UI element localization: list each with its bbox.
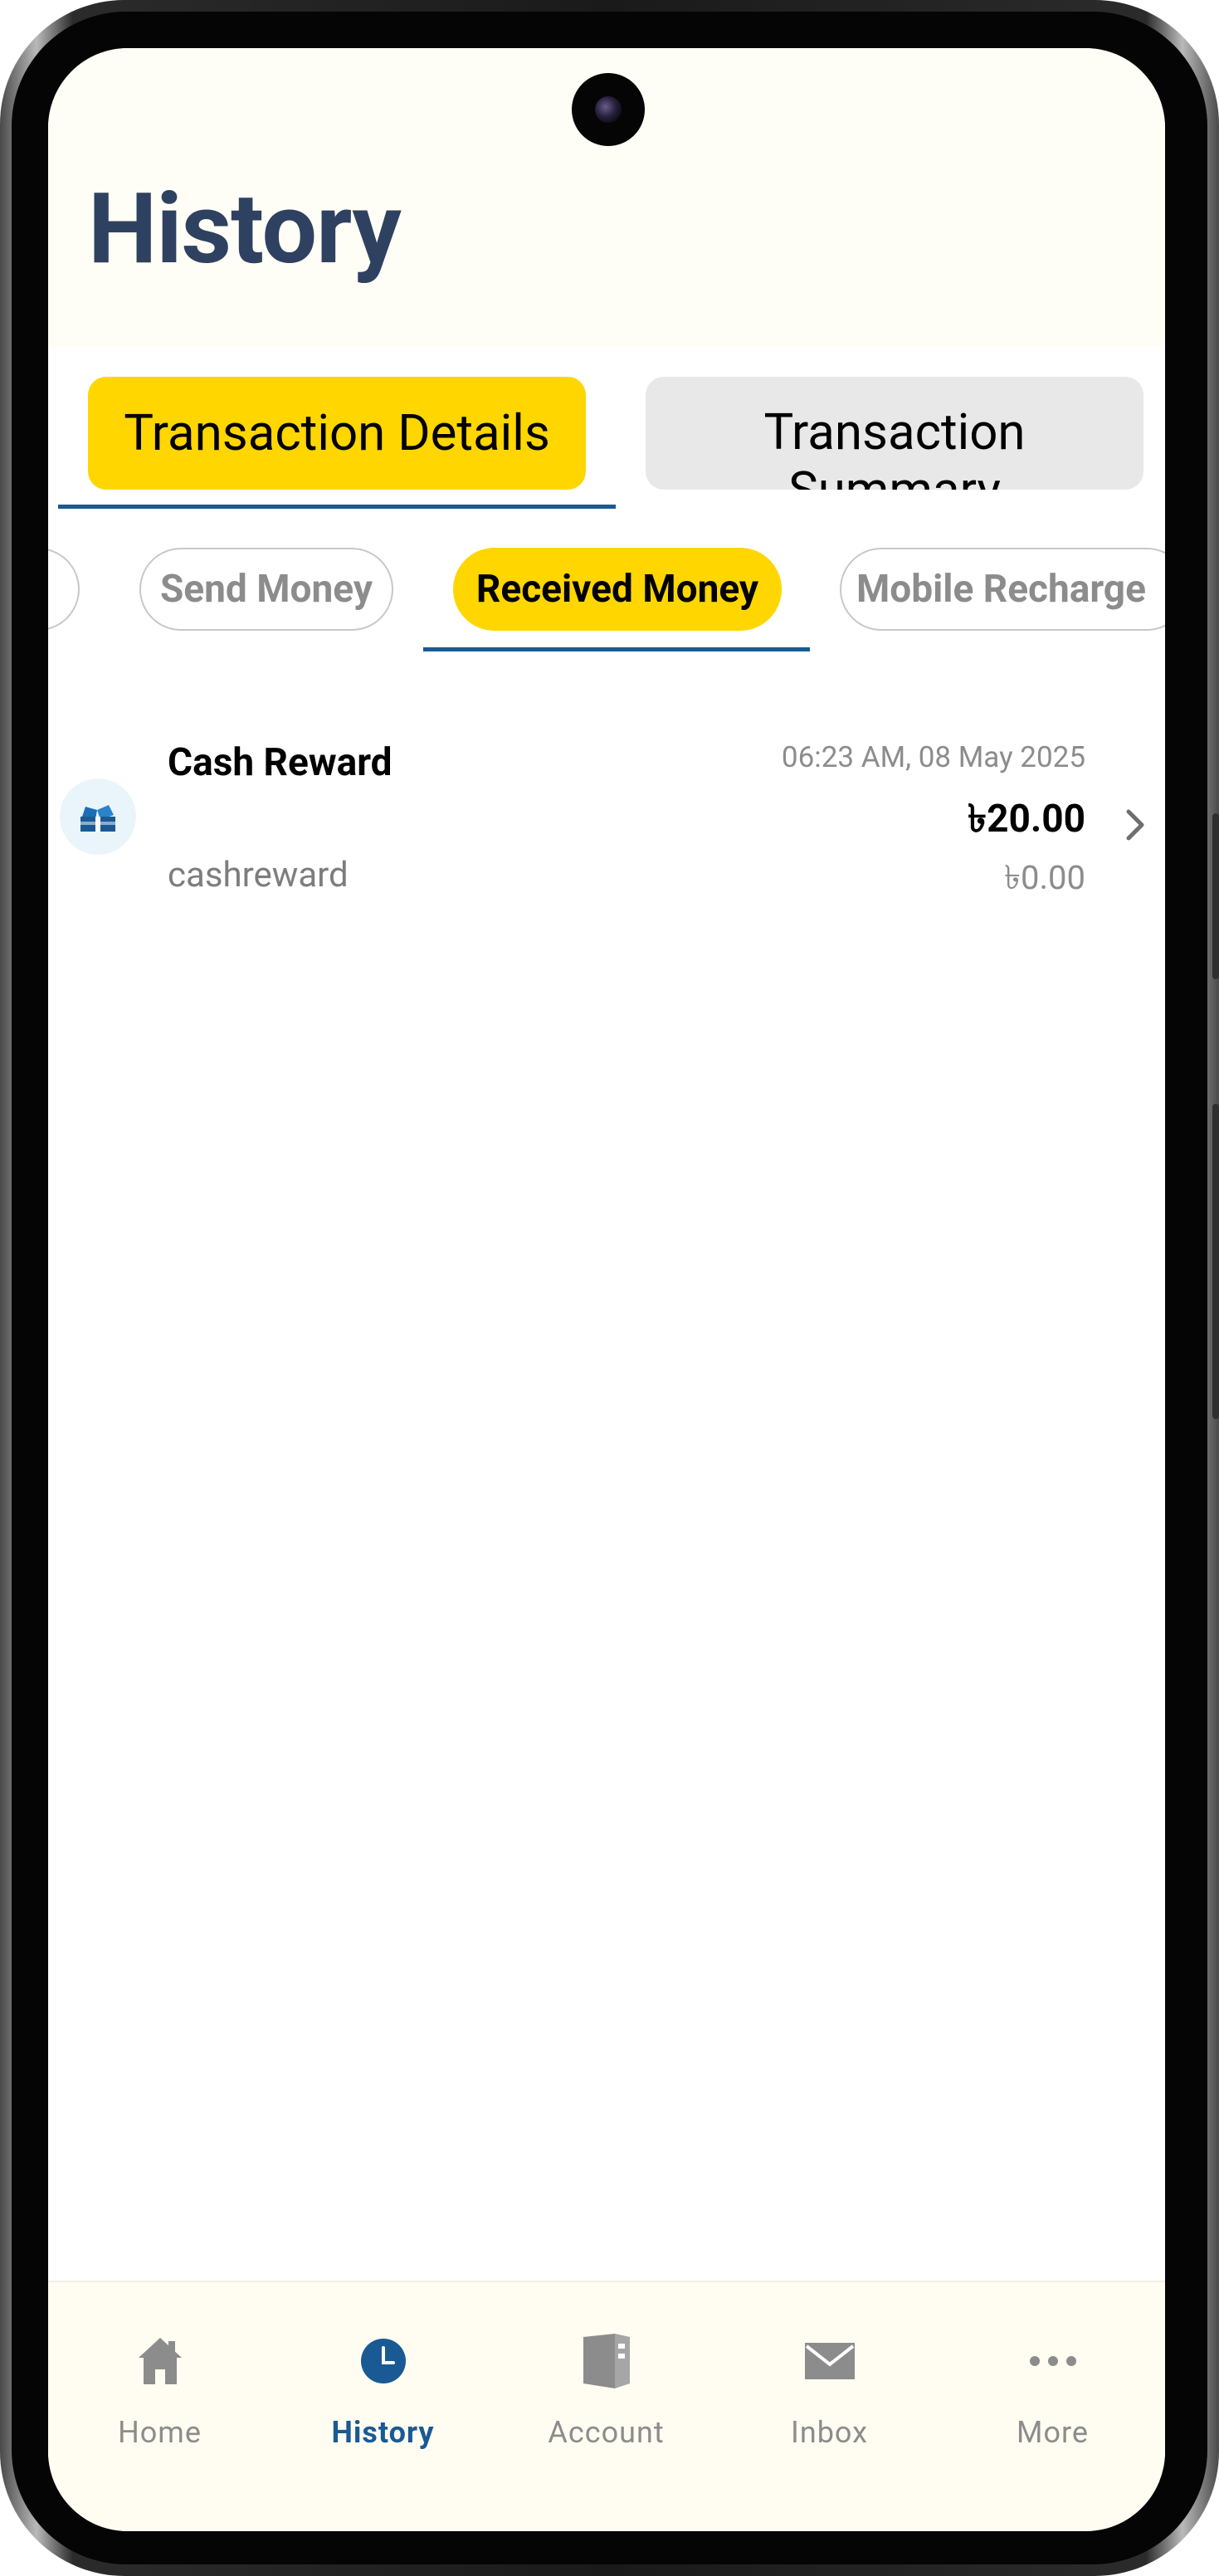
transaction-fee: ৳0.00 <box>1004 858 1085 897</box>
filter-chip-received-money[interactable]: Received Money <box>453 548 782 631</box>
nav-inbox[interactable]: Inbox <box>718 2282 941 2490</box>
nav-label: Inbox <box>791 2415 868 2450</box>
transaction-datetime: 06:23 AM, 08 May 2025 <box>781 740 1085 774</box>
more-dots-icon <box>1024 2332 1082 2390</box>
active-tab-indicator <box>58 505 616 509</box>
active-filter-indicator <box>423 647 810 651</box>
chevron-right-icon[interactable] <box>1117 807 1153 843</box>
transaction-title: Cash Reward <box>168 740 393 785</box>
filter-chip-send-money[interactable]: Send Money <box>139 548 393 631</box>
transaction-subtitle: cashreward <box>168 855 349 895</box>
tab-label: Transaction Summary <box>763 402 1026 490</box>
home-icon <box>131 2332 189 2390</box>
power-button <box>1212 1104 1219 1419</box>
filter-chip-previous[interactable] <box>48 548 80 631</box>
envelope-icon <box>801 2332 859 2390</box>
tab-transaction-summary[interactable]: Transaction Summary <box>646 377 1143 490</box>
gift-box-icon <box>60 778 136 855</box>
nav-more[interactable]: More <box>941 2282 1164 2490</box>
account-book-icon <box>578 2332 636 2390</box>
front-camera <box>572 73 645 146</box>
nav-home[interactable]: Home <box>48 2282 271 2490</box>
app-screen: History Transaction Details Transaction … <box>48 48 1165 2531</box>
tab-transaction-details[interactable]: Transaction Details <box>88 377 586 490</box>
bottom-navigation: Home History Account Inbox More <box>48 2281 1165 2531</box>
clock-icon <box>354 2332 412 2390</box>
nav-label: More <box>1017 2415 1089 2450</box>
volume-button <box>1212 813 1219 979</box>
page-title: History <box>88 172 402 286</box>
nav-account[interactable]: Account <box>495 2282 718 2490</box>
nav-label: Account <box>548 2415 665 2450</box>
filter-chip-mobile-recharge[interactable]: Mobile Recharge <box>840 548 1165 631</box>
transaction-amount: ৳20.00 <box>968 797 1085 842</box>
phone-frame: History Transaction Details Transaction … <box>0 0 1219 2576</box>
nav-label: Home <box>118 2415 202 2450</box>
transaction-row[interactable]: Cash Reward cashreward 06:23 AM, 08 May … <box>48 704 1165 920</box>
nav-label: History <box>331 2415 435 2450</box>
nav-history[interactable]: History <box>271 2282 495 2490</box>
